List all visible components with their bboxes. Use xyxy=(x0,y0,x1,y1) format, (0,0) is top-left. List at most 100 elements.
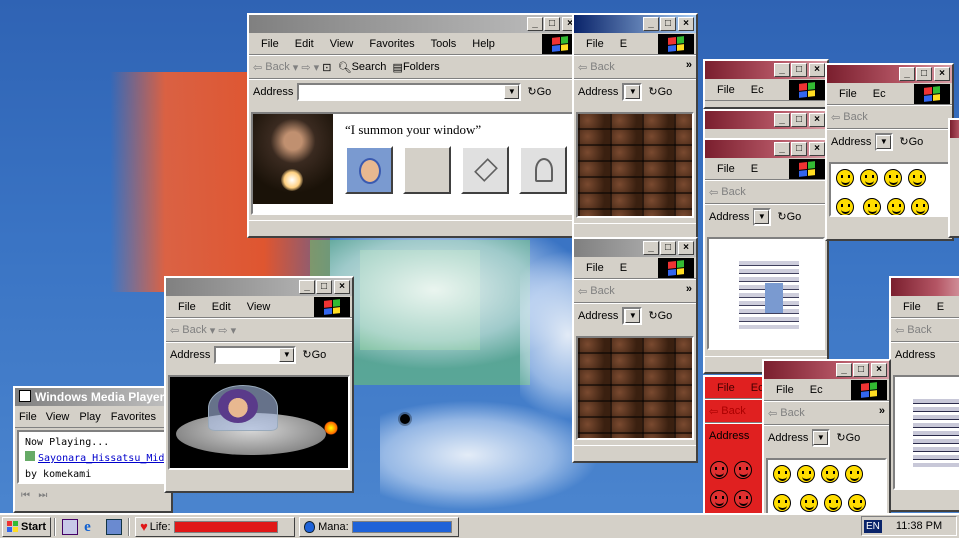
thumbnail-wizard-ufo[interactable] xyxy=(345,146,393,194)
back-arrow-icon[interactable]: ⇦ xyxy=(578,61,587,74)
back-arrow-icon[interactable]: ⇦ xyxy=(170,324,179,337)
menu-file[interactable]: File xyxy=(709,382,743,394)
maximize-button[interactable]: □ xyxy=(916,67,932,81)
red-smiley-icon[interactable] xyxy=(734,461,752,479)
back-arrow-icon[interactable]: ⇦ xyxy=(831,111,840,124)
minimize-button[interactable]: _ xyxy=(774,113,790,127)
menu-edit[interactable]: Ec xyxy=(865,88,894,100)
go-button[interactable]: ↻Go xyxy=(302,348,326,361)
menu-favorites[interactable]: Favorites xyxy=(361,38,422,50)
minimize-button[interactable]: _ xyxy=(643,241,659,255)
back-arrow-icon[interactable]: ⇦ xyxy=(578,285,587,298)
go-button[interactable]: ↻Go xyxy=(648,85,672,98)
smiley-icon[interactable] xyxy=(824,494,843,512)
smiley-icon[interactable] xyxy=(884,169,902,187)
folders-icon[interactable]: ▤ xyxy=(393,61,403,74)
smiley-icon[interactable] xyxy=(836,169,854,187)
glitch-window[interactable]: _ □ × File E ⇦ Back Address ▼ ↻Go xyxy=(703,138,829,374)
minimize-button[interactable]: _ xyxy=(643,17,659,31)
dropdown-arrow-icon[interactable]: ▼ xyxy=(279,347,295,362)
minimize-button[interactable]: _ xyxy=(899,67,915,81)
address-input[interactable]: ▼ xyxy=(622,306,643,325)
maximize-button[interactable]: □ xyxy=(660,241,676,255)
search-button[interactable]: Search xyxy=(352,61,387,73)
close-button[interactable]: × xyxy=(334,280,350,294)
close-button[interactable]: × xyxy=(809,113,825,127)
forward-arrow-icon[interactable]: ⇨ xyxy=(218,324,227,337)
menu-view[interactable]: View xyxy=(322,38,362,50)
thumbnail-card-spade[interactable] xyxy=(519,146,567,194)
close-button[interactable]: × xyxy=(934,67,950,81)
menu-file[interactable]: File xyxy=(709,163,743,175)
menu-play[interactable]: Play xyxy=(74,411,105,423)
address-input[interactable]: ▼ xyxy=(812,428,831,447)
back-arrow-icon[interactable]: ⇦ xyxy=(895,324,904,337)
glitch-window-right[interactable]: File E ⇦ Back Address xyxy=(889,276,959,512)
maximize-button[interactable]: □ xyxy=(791,142,807,156)
go-button[interactable]: ↻Go xyxy=(899,135,923,148)
brick-window-bottom[interactable]: _ □ × File E ⇦ Back » Address ▼ ↻Go xyxy=(572,237,698,463)
menu-edit[interactable]: Ec xyxy=(743,84,772,96)
previous-icon[interactable]: ⏮ xyxy=(21,490,30,501)
dropdown-arrow-icon[interactable]: ▼ xyxy=(813,430,829,445)
back-button[interactable]: Back xyxy=(843,111,867,123)
dropdown-arrow-icon[interactable]: ▼ xyxy=(754,209,770,224)
close-button[interactable]: × xyxy=(678,241,694,255)
menu-tools[interactable]: Tools xyxy=(423,38,465,50)
menu-file[interactable]: File xyxy=(253,38,287,50)
stacked-window-2[interactable]: _ □ × xyxy=(703,109,829,141)
minimize-button[interactable]: _ xyxy=(299,280,315,294)
show-desktop-icon[interactable] xyxy=(62,518,79,535)
menu-edit[interactable]: E xyxy=(612,38,635,50)
thumbnail-brick-wall[interactable] xyxy=(403,146,451,194)
folders-button[interactable]: Folders xyxy=(403,61,440,73)
maximize-button[interactable]: □ xyxy=(316,280,332,294)
smiley-window-bottom[interactable]: _ □ × File Ec ⇦ Back » Address ▼ ↻Go xyxy=(762,359,891,515)
smiley-icon[interactable] xyxy=(887,198,906,215)
menu-view[interactable]: View xyxy=(239,301,279,313)
minimize-button[interactable]: _ xyxy=(774,63,790,77)
minimize-button[interactable]: _ xyxy=(836,363,852,377)
menu-file[interactable]: File xyxy=(831,88,865,100)
maximize-button[interactable]: □ xyxy=(544,17,560,31)
address-input[interactable]: ▼ xyxy=(622,82,643,101)
minimize-button[interactable]: _ xyxy=(774,142,790,156)
menu-edit[interactable]: E xyxy=(743,163,766,175)
back-arrow-icon[interactable]: ⇦ xyxy=(768,407,777,420)
back-button[interactable]: Back xyxy=(265,61,289,73)
stacked-window-1[interactable]: _ □ × File Ec xyxy=(703,59,829,109)
menu-file[interactable]: File xyxy=(895,301,929,313)
address-input[interactable]: ▼ xyxy=(214,345,297,364)
smiley-icon[interactable] xyxy=(848,494,867,512)
red-smiley-icon[interactable] xyxy=(710,461,728,479)
back-button[interactable]: Back xyxy=(590,285,614,297)
smiley-icon[interactable] xyxy=(863,198,882,215)
back-arrow-icon[interactable]: ⇦ xyxy=(709,405,718,418)
title-bar[interactable]: _ □ × xyxy=(764,361,889,379)
menu-edit[interactable]: E xyxy=(612,262,635,274)
maximize-button[interactable]: □ xyxy=(660,17,676,31)
address-input[interactable]: ▼ xyxy=(297,82,522,101)
search-icon[interactable]: 🔍︎ xyxy=(338,61,352,74)
go-button[interactable]: ↻Go xyxy=(648,309,672,322)
maximize-button[interactable]: □ xyxy=(791,113,807,127)
chevron-icon[interactable]: » xyxy=(686,283,692,295)
menu-edit[interactable]: E xyxy=(929,301,952,313)
menu-favorites[interactable]: Favorites xyxy=(106,411,161,423)
title-bar[interactable]: _ □ × xyxy=(705,111,827,129)
red-smiley-icon[interactable] xyxy=(734,490,752,508)
red-smiley-icon[interactable] xyxy=(710,490,728,508)
menu-view[interactable]: View xyxy=(41,411,75,423)
back-button[interactable]: Back xyxy=(907,324,931,336)
menu-file[interactable]: File xyxy=(170,301,204,313)
brick-window-top[interactable]: _ □ × File E ⇦ Back » Address ▼ ↻Go xyxy=(572,13,698,241)
smiley-icon[interactable] xyxy=(845,465,863,483)
title-bar[interactable]: _ □ × xyxy=(166,278,352,296)
smiley-icon[interactable] xyxy=(908,169,926,187)
back-button[interactable]: Back xyxy=(590,61,614,73)
go-button[interactable]: ↻Go xyxy=(836,431,860,444)
title-bar[interactable] xyxy=(950,120,959,138)
title-bar[interactable]: _ □ × xyxy=(705,61,827,79)
menu-file[interactable]: File xyxy=(578,262,612,274)
smiley-icon[interactable] xyxy=(773,494,791,512)
